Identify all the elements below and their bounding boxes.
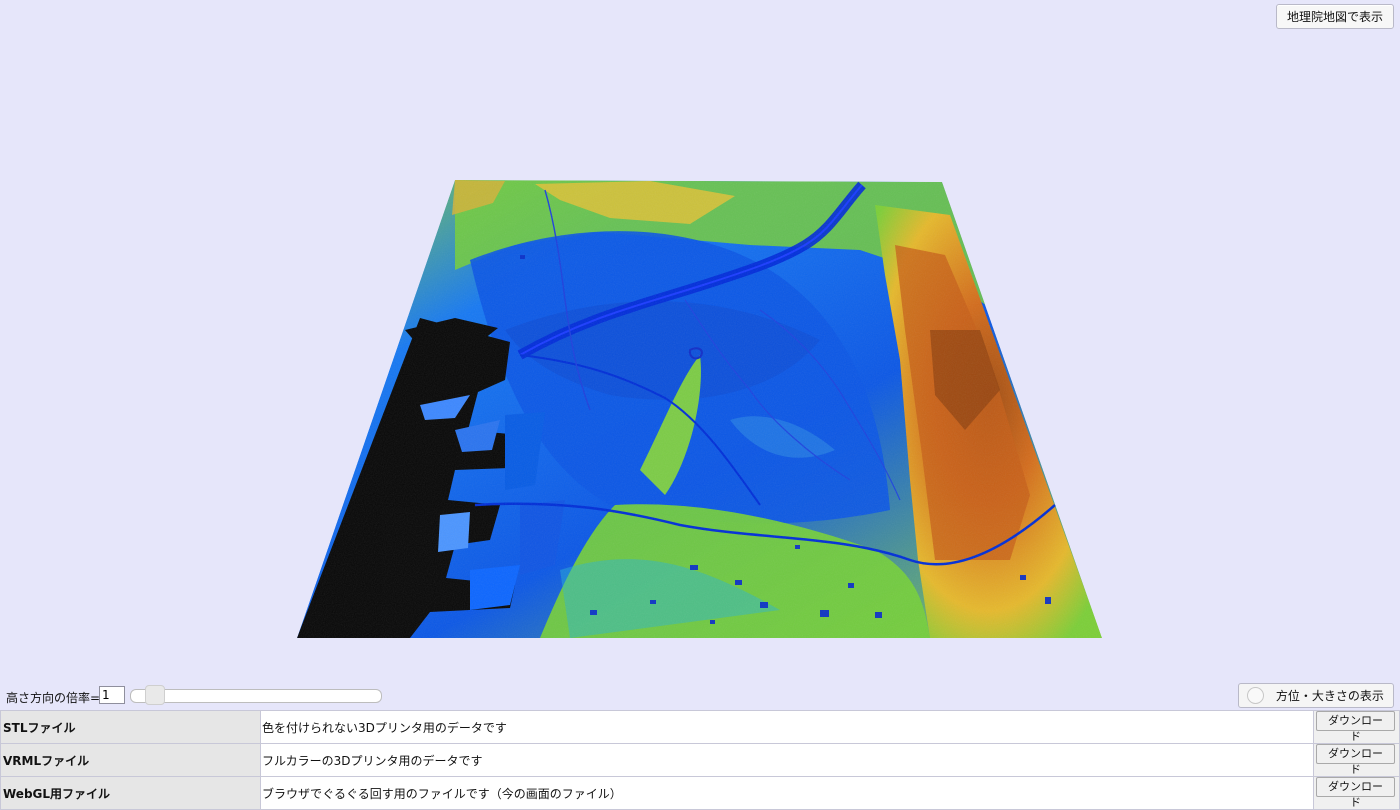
height-ratio-slider-handle[interactable] [145, 685, 165, 705]
height-ratio-input[interactable] [99, 686, 125, 704]
terrain-model[interactable] [0, 0, 1400, 680]
file-description: フルカラーの3Dプリンタ用のデータです [260, 743, 1314, 777]
table-row: STLファイル 色を付けられない3Dプリンタ用のデータです ダウンロード [0, 710, 1400, 744]
table-row: VRMLファイル フルカラーの3Dプリンタ用のデータです ダウンロード [0, 743, 1400, 777]
download-cell: ダウンロード [1313, 743, 1400, 777]
file-type-stl: STLファイル [0, 710, 261, 744]
show-orientation-size-label: 方位・大きさの表示 [1275, 689, 1384, 703]
download-webgl-button[interactable]: ダウンロード [1316, 777, 1395, 809]
file-description: ブラウザでぐるぐる回す用のファイルです（今の画面のファイル） [260, 776, 1314, 810]
controls-row: 高さ方向の倍率= 方位・大きさの表示 [0, 683, 1400, 708]
file-type-webgl: WebGL用ファイル [0, 776, 261, 810]
height-ratio-slider[interactable] [130, 689, 382, 703]
terrain-viewer[interactable]: 地理院地図で表示 [0, 0, 1400, 680]
table-row: WebGL用ファイル ブラウザでぐるぐる回す用のファイルです（今の画面のファイル… [0, 776, 1400, 810]
file-description: 色を付けられない3Dプリンタ用のデータです [260, 710, 1314, 744]
terrain-surface [297, 180, 1102, 638]
compass-radio-icon [1247, 687, 1264, 704]
height-ratio-label: 高さ方向の倍率= [6, 691, 101, 705]
download-cell: ダウンロード [1313, 710, 1400, 744]
download-stl-button[interactable]: ダウンロード [1316, 711, 1395, 743]
download-vrml-button[interactable]: ダウンロード [1316, 744, 1395, 776]
file-type-vrml: VRMLファイル [0, 743, 261, 777]
download-files-table: STLファイル 色を付けられない3Dプリンタ用のデータです ダウンロード VRM… [0, 710, 1400, 810]
show-orientation-size-button[interactable]: 方位・大きさの表示 [1238, 683, 1394, 708]
download-cell: ダウンロード [1313, 776, 1400, 810]
